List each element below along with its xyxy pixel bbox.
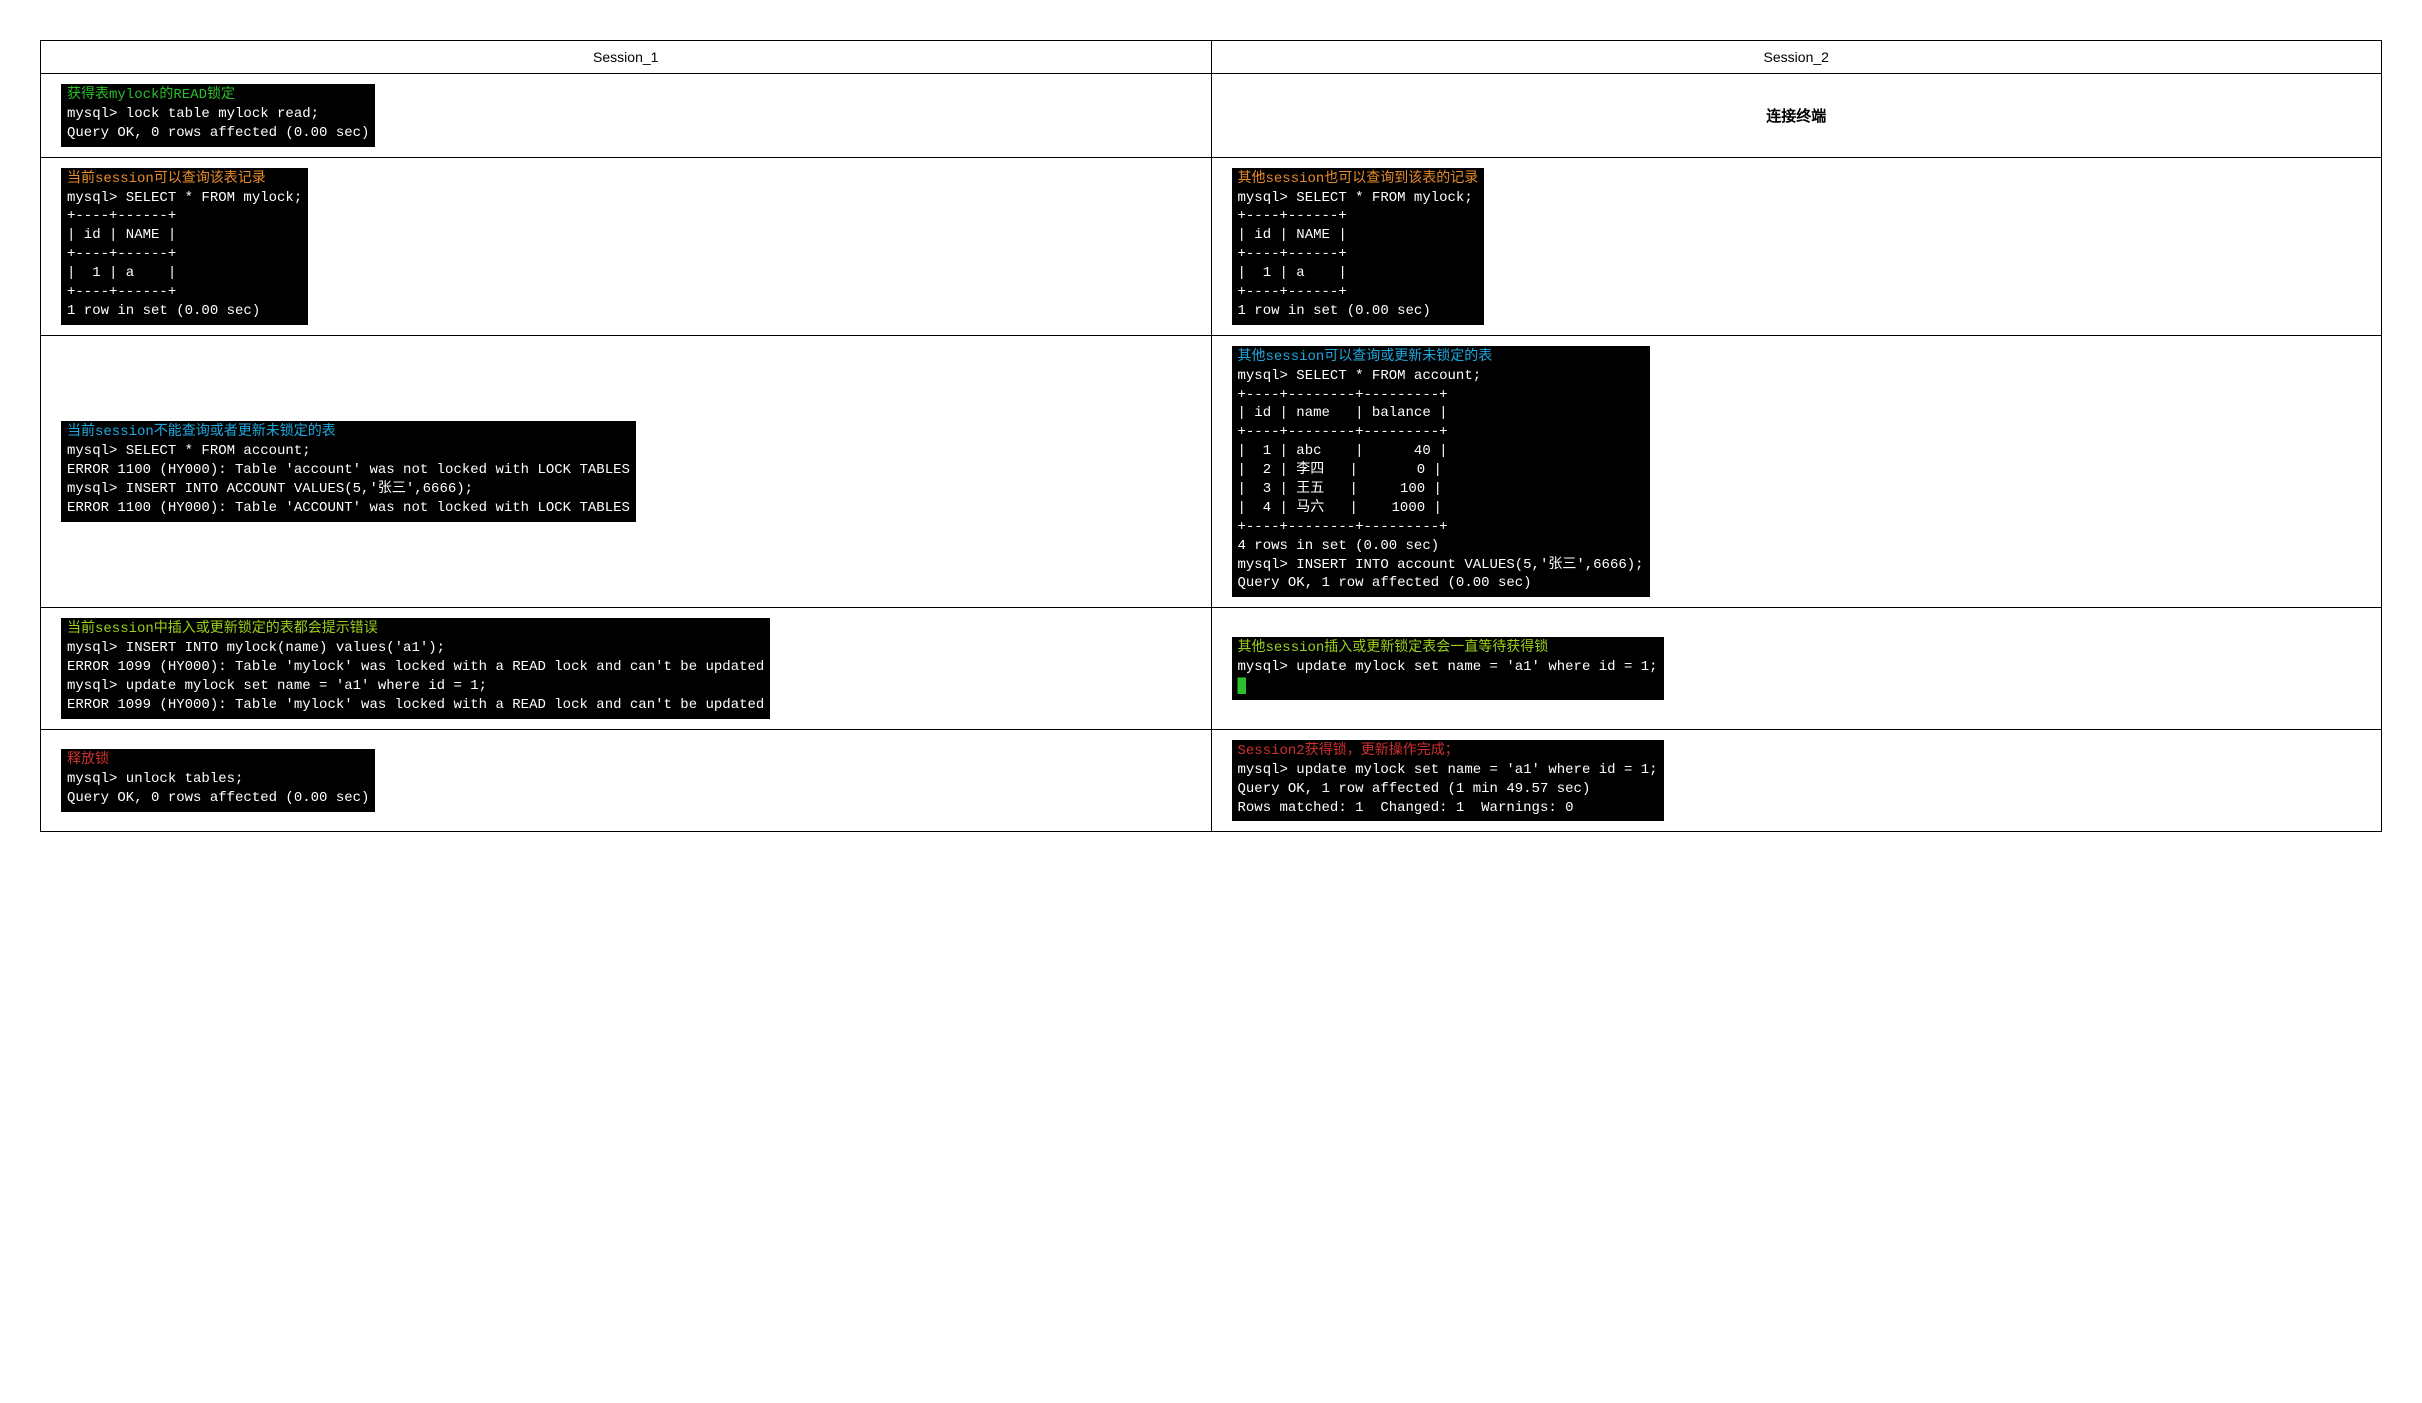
- header-session-1: Session_1: [41, 41, 1212, 74]
- line: mysql> INSERT INTO ACCOUNT VALUES(5,'张三'…: [67, 481, 473, 497]
- line: +----+------+: [67, 208, 176, 224]
- line: +----+------+: [1238, 246, 1347, 262]
- cell-s1-r1: 获得表mylock的READ锁定 mysql> lock table myloc…: [41, 74, 1212, 158]
- cell-s2-r2: 其他session也可以查询到该表的记录 mysql> SELECT * FRO…: [1211, 157, 2382, 335]
- line: | 1 | a |: [1238, 265, 1347, 281]
- line: mysql> INSERT INTO account VALUES(5,'张三'…: [1238, 557, 1644, 573]
- line: mysql> SELECT * FROM mylock;: [67, 190, 302, 206]
- comment: 其他session插入或更新锁定表会一直等待获得锁: [1238, 640, 1549, 656]
- comment: 获得表mylock的READ锁定: [67, 87, 235, 103]
- terminal-block: 其他session插入或更新锁定表会一直等待获得锁 mysql> update …: [1232, 637, 1664, 700]
- cell-s1-r4: 当前session中插入或更新锁定的表都会提示错误 mysql> INSERT …: [41, 608, 1212, 729]
- header-session-2: Session_2: [1211, 41, 2382, 74]
- comment: 其他session可以查询或更新未锁定的表: [1238, 349, 1493, 365]
- line: | 4 | 马六 | 1000 |: [1238, 500, 1442, 516]
- line: +----+------+: [1238, 208, 1347, 224]
- table-row: 当前session中插入或更新锁定的表都会提示错误 mysql> INSERT …: [41, 608, 2382, 729]
- line: Query OK, 0 rows affected (0.00 sec): [67, 790, 369, 806]
- terminal-block: 当前session中插入或更新锁定的表都会提示错误 mysql> INSERT …: [61, 618, 770, 718]
- table-row: 当前session可以查询该表记录 mysql> SELECT * FROM m…: [41, 157, 2382, 335]
- terminal-block: 当前session不能查询或者更新未锁定的表 mysql> SELECT * F…: [61, 421, 636, 521]
- cell-s1-r2: 当前session可以查询该表记录 mysql> SELECT * FROM m…: [41, 157, 1212, 335]
- line: +----+--------+---------+: [1238, 387, 1448, 403]
- line: | id | NAME |: [67, 227, 176, 243]
- cell-s2-r1: 连接终端: [1211, 74, 2382, 158]
- table-row: 获得表mylock的READ锁定 mysql> lock table myloc…: [41, 74, 2382, 158]
- line: mysql> SELECT * FROM account;: [67, 443, 311, 459]
- comment: 当前session中插入或更新锁定的表都会提示错误: [67, 621, 378, 637]
- line: | 3 | 王五 | 100 |: [1238, 481, 1442, 497]
- line: mysql> update mylock set name = 'a1' whe…: [1238, 659, 1658, 675]
- line: ERROR 1099 (HY000): Table 'mylock' was l…: [67, 659, 764, 675]
- line: Rows matched: 1 Changed: 1 Warnings: 0: [1238, 800, 1574, 816]
- comment: 其他session也可以查询到该表的记录: [1238, 171, 1479, 187]
- comment: 当前session不能查询或者更新未锁定的表: [67, 424, 336, 440]
- line: | 1 | a |: [67, 265, 176, 281]
- line: ERROR 1100 (HY000): Table 'account' was …: [67, 462, 630, 478]
- line: | 1 | abc | 40 |: [1238, 443, 1448, 459]
- terminal-block: 其他session可以查询或更新未锁定的表 mysql> SELECT * FR…: [1232, 346, 1650, 598]
- comment: 释放锁: [67, 752, 109, 768]
- line: +----+--------+---------+: [1238, 424, 1448, 440]
- cursor-icon: █: [1238, 678, 1246, 694]
- line: 4 rows in set (0.00 sec): [1238, 538, 1440, 554]
- line: ERROR 1100 (HY000): Table 'ACCOUNT' was …: [67, 500, 630, 516]
- comment: Session2获得锁，更新操作完成；: [1238, 743, 1459, 759]
- table-row: 当前session不能查询或者更新未锁定的表 mysql> SELECT * F…: [41, 335, 2382, 608]
- terminal-block: Session2获得锁，更新操作完成； mysql> update mylock…: [1232, 740, 1664, 822]
- cell-s1-r5: 释放锁 mysql> unlock tables; Query OK, 0 ro…: [41, 729, 1212, 832]
- cell-s2-r5: Session2获得锁，更新操作完成； mysql> update mylock…: [1211, 729, 2382, 832]
- session-comparison-table: Session_1 Session_2 获得表mylock的READ锁定 mys…: [40, 40, 2382, 832]
- cell-s2-r3: 其他session可以查询或更新未锁定的表 mysql> SELECT * FR…: [1211, 335, 2382, 608]
- line: mysql> SELECT * FROM account;: [1238, 368, 1482, 384]
- line: mysql> unlock tables;: [67, 771, 243, 787]
- line: | id | NAME |: [1238, 227, 1347, 243]
- line: Query OK, 1 row affected (0.00 sec): [1238, 575, 1532, 591]
- line: mysql> update mylock set name = 'a1' whe…: [1238, 762, 1658, 778]
- line: | 2 | 李四 | 0 |: [1238, 462, 1442, 478]
- terminal-block: 获得表mylock的READ锁定 mysql> lock table myloc…: [61, 84, 375, 147]
- line: mysql> update mylock set name = 'a1' whe…: [67, 678, 487, 694]
- terminal-block: 当前session可以查询该表记录 mysql> SELECT * FROM m…: [61, 168, 308, 325]
- cell-s2-r4: 其他session插入或更新锁定表会一直等待获得锁 mysql> update …: [1211, 608, 2382, 729]
- line: +----+------+: [67, 284, 176, 300]
- line: mysql> INSERT INTO mylock(name) values('…: [67, 640, 445, 656]
- text: 连接终端: [1766, 108, 1826, 125]
- line: Query OK, 0 rows affected (0.00 sec): [67, 125, 369, 141]
- terminal-block: 其他session也可以查询到该表的记录 mysql> SELECT * FRO…: [1232, 168, 1485, 325]
- terminal-block: 释放锁 mysql> unlock tables; Query OK, 0 ro…: [61, 749, 375, 812]
- line: ERROR 1099 (HY000): Table 'mylock' was l…: [67, 697, 764, 713]
- line: 1 row in set (0.00 sec): [1238, 303, 1431, 319]
- cell-s1-r3: 当前session不能查询或者更新未锁定的表 mysql> SELECT * F…: [41, 335, 1212, 608]
- line: +----+------+: [1238, 284, 1347, 300]
- line: +----+--------+---------+: [1238, 519, 1448, 535]
- line: 1 row in set (0.00 sec): [67, 303, 260, 319]
- line: +----+------+: [67, 246, 176, 262]
- line: | id | name | balance |: [1238, 405, 1448, 421]
- table-row: 释放锁 mysql> unlock tables; Query OK, 0 ro…: [41, 729, 2382, 832]
- line: mysql> lock table mylock read;: [67, 106, 319, 122]
- comment: 当前session可以查询该表记录: [67, 171, 266, 187]
- line: Query OK, 1 row affected (1 min 49.57 se…: [1238, 781, 1591, 797]
- line: mysql> SELECT * FROM mylock;: [1238, 190, 1473, 206]
